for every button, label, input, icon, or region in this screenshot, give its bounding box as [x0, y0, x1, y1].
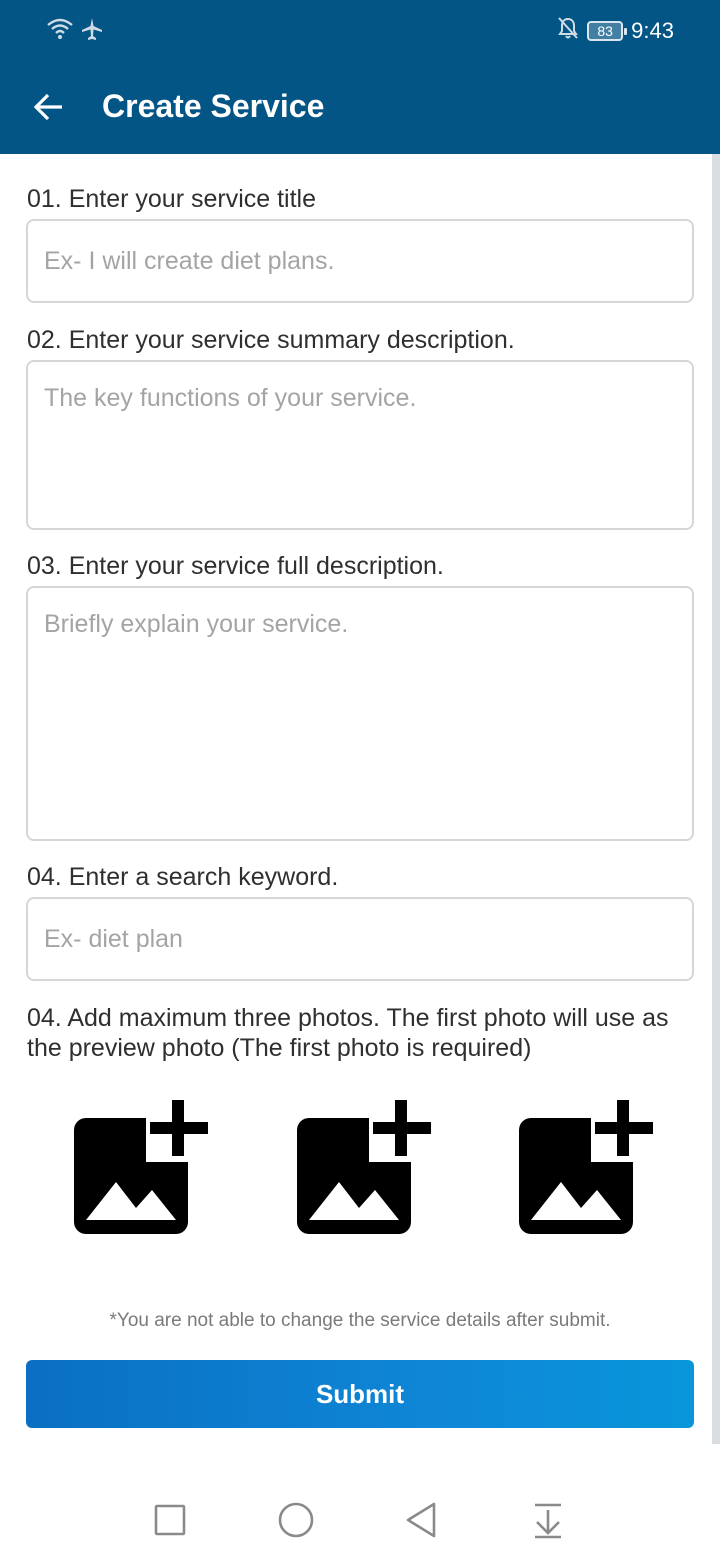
full-description-label: 03. Enter your service full description. [27, 552, 444, 580]
recent-apps-button[interactable] [148, 1498, 192, 1542]
submit-notice: *You are not able to change the service … [109, 1310, 611, 1331]
home-button[interactable] [274, 1498, 318, 1542]
summary-description-label: 02. Enter your service summary descripti… [27, 326, 515, 354]
service-title-label: 01. Enter your service title [27, 185, 317, 213]
circle-icon [278, 1502, 314, 1538]
square-icon [154, 1504, 186, 1536]
battery-icon: 83 [587, 20, 628, 41]
submit-button[interactable]: Submit [26, 1360, 694, 1428]
page-title: Create Service [102, 88, 325, 124]
search-keyword-input[interactable] [26, 897, 694, 981]
scrollbar [712, 154, 720, 1444]
back-button[interactable] [28, 86, 70, 128]
full-description-input[interactable] [26, 586, 694, 841]
triangle-back-icon [406, 1502, 436, 1538]
arrow-left-icon [33, 93, 62, 121]
add-photo-slot-3[interactable] [517, 1096, 657, 1238]
service-title-input[interactable] [26, 219, 694, 303]
add-photo-icon [74, 1096, 212, 1234]
add-photo-slot-2[interactable] [295, 1096, 435, 1238]
status-left-icons [46, 16, 104, 47]
search-keyword-label: 04. Enter a search keyword. [27, 863, 339, 891]
bell-off-icon [557, 16, 579, 45]
notification-pull-button[interactable] [526, 1498, 570, 1542]
system-nav-bar [0, 1480, 720, 1560]
summary-description-input[interactable] [26, 360, 694, 530]
photos-label: 04. Add maximum three photos. The first … [27, 1004, 669, 1062]
status-time: 9:43 [631, 17, 674, 43]
add-photo-icon [519, 1096, 657, 1234]
wifi-icon [46, 16, 74, 47]
back-nav-button[interactable] [400, 1498, 444, 1542]
status-right-icons: 83 9:43 [557, 16, 674, 45]
status-bar: 83 9:43 [0, 0, 720, 60]
app-bar: Create Service [0, 60, 720, 154]
add-photo-slot-1[interactable] [72, 1096, 212, 1238]
airplane-icon [80, 16, 104, 47]
download-icon [535, 1503, 561, 1539]
add-photo-icon [297, 1096, 435, 1234]
